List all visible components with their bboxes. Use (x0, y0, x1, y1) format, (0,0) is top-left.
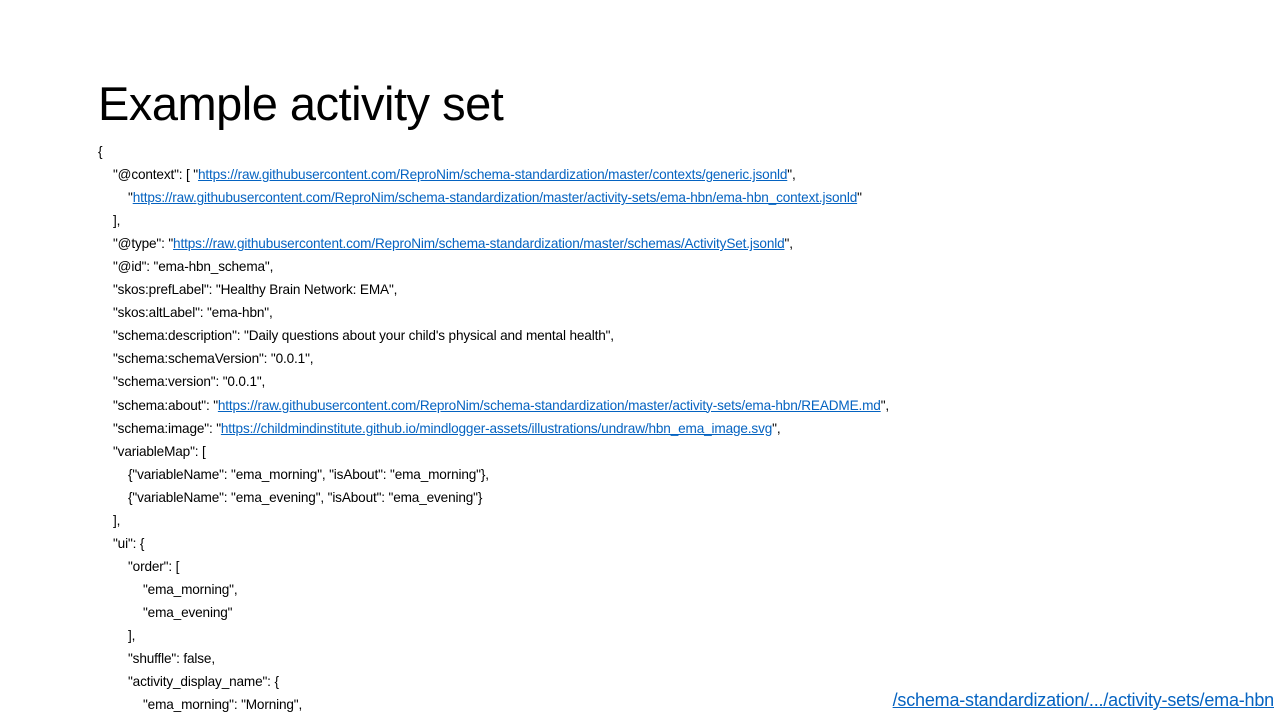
code-line-altlabel: "skos:altLabel": "ema-hbn", (113, 305, 273, 321)
code-line-schemaversion: "schema:schemaVersion": "0.0.1", (113, 351, 314, 367)
code-line-type: "@type": "https://raw.githubusercontent.… (98, 232, 1248, 255)
context-key: "@context": [ " (113, 167, 198, 183)
code-line-variablemap-item: {"variableName": "ema_morning", "isAbout… (128, 466, 489, 482)
context-url-ema-hbn-link[interactable]: https://raw.githubusercontent.com/ReproN… (133, 190, 858, 205)
about-end: ", (880, 397, 890, 413)
context-separator: ", (787, 167, 796, 183)
code-line-preflabel: "skos:prefLabel": "Healthy Brain Network… (113, 282, 398, 298)
image-url-link[interactable]: https://childmindinstitute.github.io/min… (221, 421, 772, 436)
code-line-order-close: ], (128, 627, 136, 643)
json-code-block: { "@context": [ "https://raw.githubuserc… (98, 140, 1248, 716)
code-line-shuffle: "shuffle": false, (128, 651, 215, 667)
code-line-ui-open: "ui": { (113, 535, 145, 551)
type-end: ", (784, 236, 793, 252)
code-line-variablemap-close: ], (113, 512, 121, 528)
code-line-order-item: "ema_morning", (143, 581, 238, 597)
code-line-variablemap-item: {"variableName": "ema_evening", "isAbout… (128, 489, 483, 505)
code-line-context: "@context": [ "https://raw.githubusercon… (98, 163, 1248, 186)
code-line-context-close: ], (113, 213, 121, 229)
footer-repo-link[interactable]: /schema-standardization/.../activity-set… (893, 690, 1275, 711)
code-line-image: "schema:image": "https://childmindinstit… (98, 417, 1248, 440)
about-key: "schema:about": " (113, 397, 218, 413)
type-key: "@type": " (113, 236, 174, 252)
code-line-about: "schema:about": "https://raw.githubuserc… (98, 394, 1248, 417)
image-end: ", (772, 420, 781, 436)
code-line-version: "schema:version": "0.0.1", (113, 374, 266, 390)
image-key: "schema:image": " (113, 420, 221, 436)
code-line-variablemap-open: "variableMap": [ (113, 443, 206, 459)
about-url-link[interactable]: https://raw.githubusercontent.com/ReproN… (218, 398, 881, 413)
context-url-generic-link[interactable]: https://raw.githubusercontent.com/ReproN… (198, 167, 787, 182)
context-end-quote: " (857, 190, 862, 206)
code-line-order-item: "ema_evening" (143, 604, 233, 620)
code-line-description: "schema:description": "Daily questions a… (113, 328, 614, 344)
code-line-id: "@id": "ema-hbn_schema", (113, 259, 274, 275)
code-line-open-brace: { (98, 144, 103, 159)
code-line-context-2: "https://raw.githubusercontent.com/Repro… (98, 186, 1248, 209)
type-url-link[interactable]: https://raw.githubusercontent.com/ReproN… (173, 236, 785, 251)
code-line-order-open: "order": [ (128, 558, 180, 574)
slide-title: Example activity set (98, 77, 504, 130)
